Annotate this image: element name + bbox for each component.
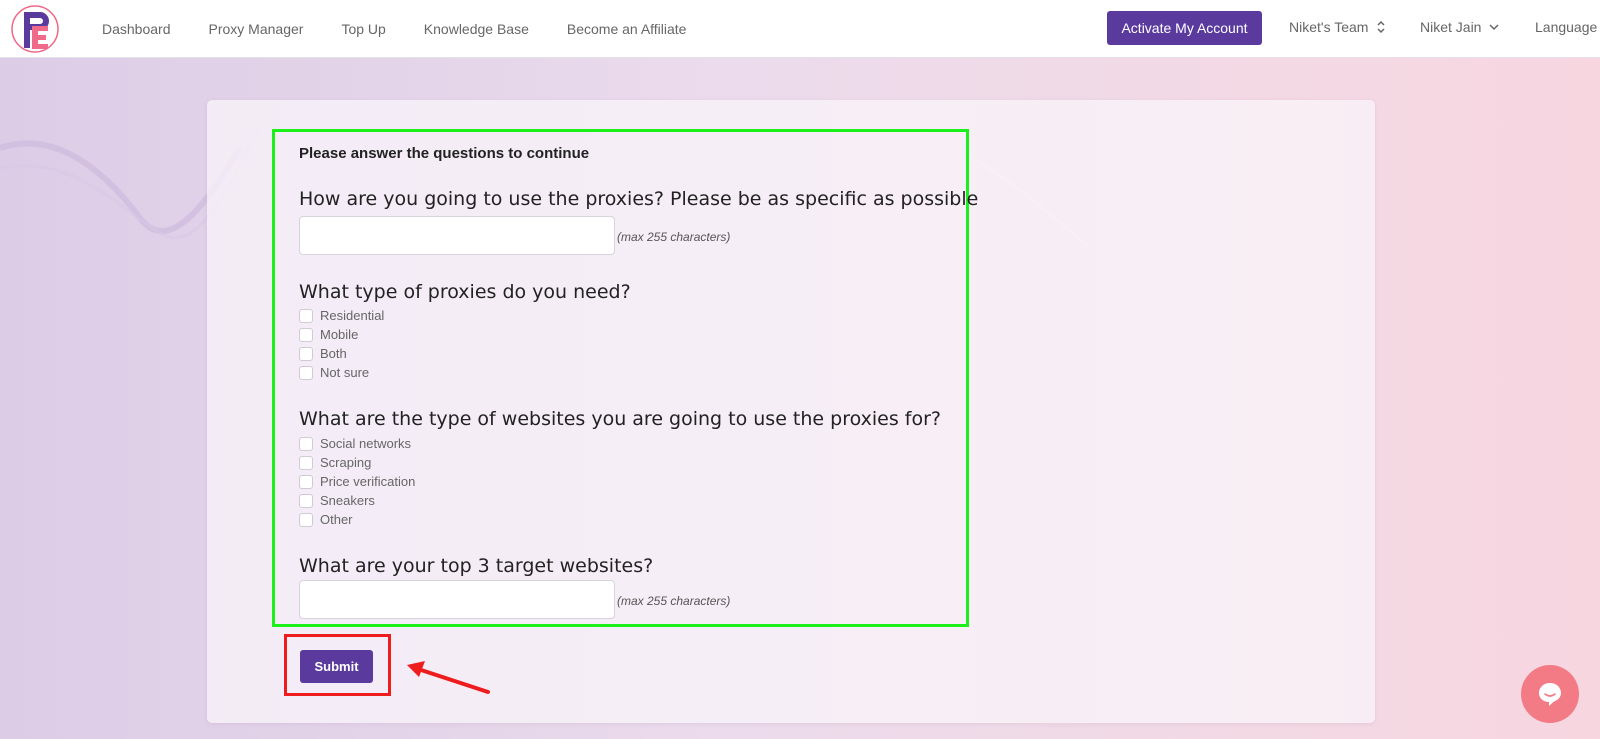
website-type-option[interactable]: Social networks (299, 436, 411, 451)
checkbox[interactable] (299, 493, 313, 508)
form-intro: Please answer the questions to continue (299, 145, 590, 162)
option-label: Mobile (320, 327, 359, 342)
checkbox[interactable] (299, 346, 313, 361)
option-label: Not sure (320, 365, 370, 380)
usage-input[interactable] (299, 216, 615, 255)
user-dropdown-label: Niket Jain (1420, 19, 1482, 35)
chevron-down-icon (1489, 24, 1499, 31)
website-type-option[interactable]: Sneakers (299, 493, 375, 508)
q3-title: What are the type of websites you are go… (299, 408, 942, 430)
language-dropdown[interactable]: Language (1535, 19, 1600, 35)
checkbox[interactable] (299, 455, 313, 470)
checkbox[interactable] (299, 365, 313, 380)
q4-title: What are your top 3 target websites? (299, 555, 654, 577)
nav-dashboard[interactable]: Dashboard (102, 21, 171, 37)
q1-hint: (max 255 characters) (617, 230, 731, 244)
option-label: Social networks (320, 436, 412, 451)
nav-links: Dashboard Proxy Manager Top Up Knowledge… (102, 0, 724, 57)
chat-widget-button[interactable] (1521, 665, 1579, 723)
option-label: Other (320, 512, 353, 527)
submit-button[interactable]: Submit (300, 650, 373, 683)
option-label: Sneakers (320, 493, 375, 508)
checkbox[interactable] (299, 512, 313, 527)
option-label: Price verification (320, 474, 416, 489)
nav-proxy-manager[interactable]: Proxy Manager (209, 21, 304, 37)
q4-hint: (max 255 characters) (617, 594, 731, 608)
website-type-option[interactable]: Scraping (299, 455, 371, 470)
team-dropdown[interactable]: Niket's Team (1289, 19, 1386, 35)
top-navbar: Dashboard Proxy Manager Top Up Knowledge… (0, 0, 1600, 58)
checkbox[interactable] (299, 308, 313, 323)
user-dropdown[interactable]: Niket Jain (1420, 19, 1499, 35)
nav-knowledge-base[interactable]: Knowledge Base (424, 21, 529, 37)
option-label: Scraping (320, 455, 372, 470)
checkbox[interactable] (299, 436, 313, 451)
fe-logo-icon[interactable] (10, 4, 60, 54)
target-websites-input[interactable] (299, 580, 615, 619)
option-label: Both (320, 346, 347, 361)
checkbox[interactable] (299, 474, 313, 489)
nav-top-up[interactable]: Top Up (341, 21, 385, 37)
updown-chevron-icon (1377, 20, 1385, 34)
option-label: Residential (320, 308, 385, 323)
nav-become-affiliate[interactable]: Become an Affiliate (567, 21, 687, 37)
checkbox[interactable] (299, 327, 313, 342)
chat-bubble-icon (1539, 683, 1561, 706)
proxy-type-option[interactable]: Residential (299, 308, 384, 323)
website-type-option[interactable]: Price verification (299, 474, 415, 489)
website-type-option[interactable]: Other (299, 512, 353, 527)
q1-title: How are you going to use the proxies? Pl… (299, 188, 979, 210)
proxy-type-option[interactable]: Not sure (299, 365, 369, 380)
proxy-type-option[interactable]: Mobile (299, 327, 358, 342)
q2-title: What type of proxies do you need? (299, 281, 631, 303)
activate-account-button[interactable]: Activate My Account (1107, 11, 1262, 45)
red-arrow-icon (407, 661, 490, 694)
team-dropdown-label: Niket's Team (1289, 19, 1369, 35)
proxy-type-option[interactable]: Both (299, 346, 347, 361)
